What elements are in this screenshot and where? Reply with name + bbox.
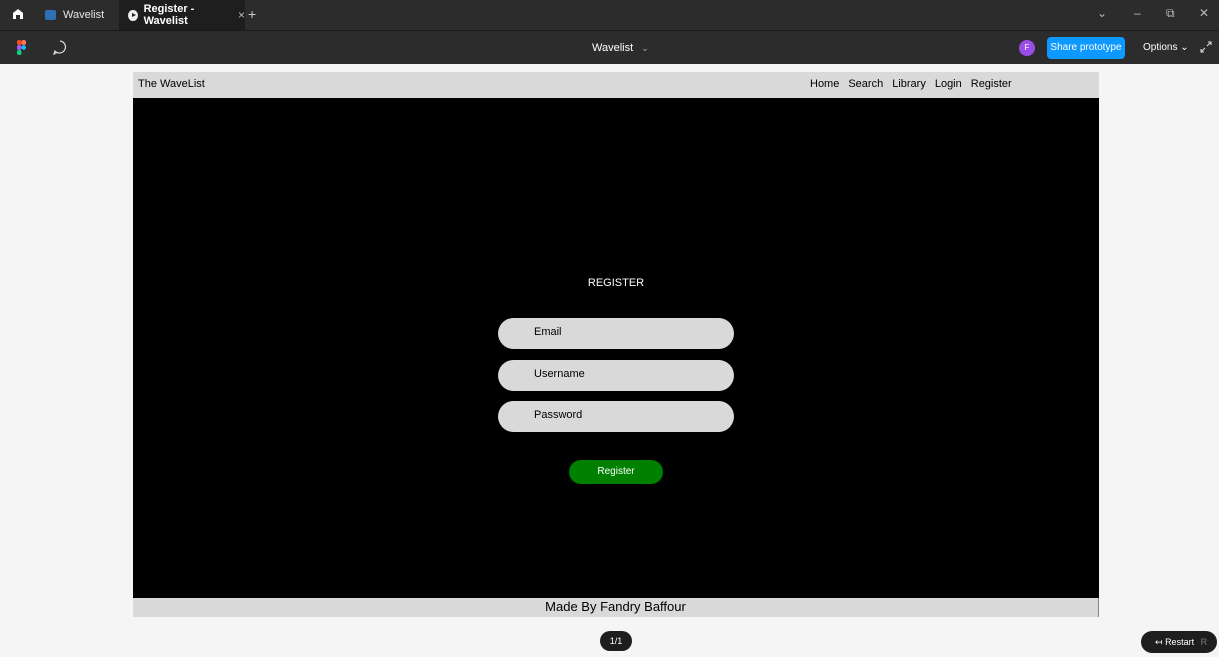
file-title[interactable]: Wavelist ⌄ [592,42,649,54]
restore-button[interactable]: ⧉ [1166,6,1175,21]
site-footer: Made By Fandry Baffour [133,598,1099,617]
tab-wavelist[interactable]: Wavelist [37,0,117,30]
register-panel: REGISTER Email Username Password Registe… [133,98,1099,598]
page-indicator: 1/1 [600,631,632,651]
expand-icon[interactable] [1199,40,1213,54]
prototype-toolbar: Wavelist ⌄ F Share prototype Options ⌄ [0,30,1219,64]
options-button[interactable]: Options ⌄ [1143,42,1189,53]
restart-arrow-icon: ↤ [1155,637,1163,647]
home-icon[interactable] [11,7,25,21]
register-button[interactable]: Register [569,460,663,484]
close-tab-icon[interactable]: × [238,8,245,22]
password-field[interactable]: Password [498,401,734,432]
figma-logo-icon[interactable] [17,40,26,55]
chevron-down-icon[interactable]: ⌄ [1097,6,1107,20]
register-heading: REGISTER [587,277,645,289]
share-prototype-button[interactable]: Share prototype [1047,37,1125,59]
nav-links: Home Search Library Login Register [810,78,1021,90]
nav-home[interactable]: Home [810,78,839,90]
password-placeholder: Password [534,409,583,421]
restart-button[interactable]: ↤ Restart R [1141,631,1217,653]
file-icon [45,10,56,20]
tab-bar: Wavelist Register - Wavelist × + ⌄ – ⧉ ✕ [0,0,1219,30]
username-field[interactable]: Username [498,360,734,391]
restart-label: Restart [1165,637,1195,647]
tab-label: Wavelist [63,9,105,21]
prototype-frame: The WaveList Home Search Library Login R… [133,72,1099,617]
email-placeholder: Email [534,326,562,338]
close-window-button[interactable]: ✕ [1199,6,1209,20]
nav-search[interactable]: Search [848,78,883,90]
username-placeholder: Username [534,368,585,380]
site-brand[interactable]: The WaveList [138,78,205,90]
tab-register-wavelist[interactable]: Register - Wavelist × [119,0,245,30]
site-navbar: The WaveList Home Search Library Login R… [133,72,1099,98]
play-icon [128,9,138,21]
email-field[interactable]: Email [498,318,734,349]
tab-label: Register - Wavelist [143,3,195,27]
restart-shortcut: R [1200,637,1208,647]
file-title-label: Wavelist [592,42,634,54]
new-tab-button[interactable]: + [248,6,256,22]
chevron-down-icon: ⌄ [641,43,649,53]
minimize-button[interactable]: – [1134,6,1141,20]
nav-register[interactable]: Register [971,78,1012,90]
avatar[interactable]: F [1019,40,1035,56]
comment-icon[interactable] [52,39,68,55]
nav-library[interactable]: Library [892,78,926,90]
nav-login[interactable]: Login [935,78,962,90]
